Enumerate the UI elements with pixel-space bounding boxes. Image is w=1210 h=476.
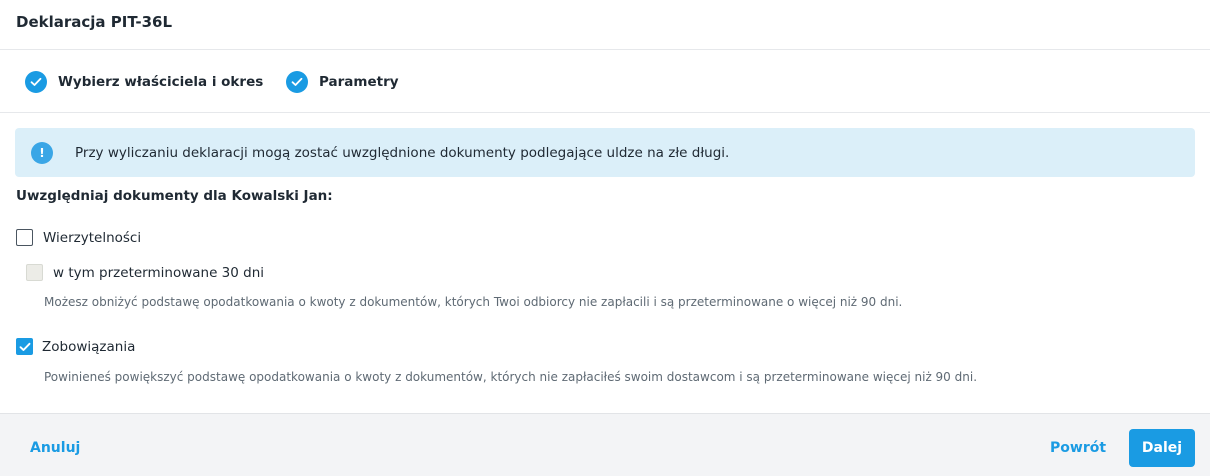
checkmark-icon (19, 342, 30, 351)
receivables-checkbox[interactable] (16, 229, 33, 246)
liabilities-hint: Powinieneś powiększyć podstawę opodatkow… (44, 370, 978, 384)
next-button[interactable]: Dalej (1129, 429, 1195, 467)
info-alert: ! Przy wyliczaniu deklaracji mogą zostać… (15, 128, 1195, 177)
section-title: Uwzględniaj dokumenty dla Kowalski Jan: (16, 188, 333, 204)
step-completed-check-icon (286, 71, 308, 93)
step-label: Parametry (319, 74, 399, 90)
dialog-title: Deklaracja PIT-36L (16, 13, 173, 31)
receivables-hint: Możesz obniżyć podstawę opodatkowania o … (44, 295, 903, 309)
dialog-footer: Anuluj Powrót Dalej (0, 413, 1210, 476)
cancel-button[interactable]: Anuluj (30, 440, 80, 456)
stepper: Wybierz właściciela i okres Parametry (0, 50, 1210, 113)
step-select-owner-period[interactable]: Wybierz właściciela i okres (25, 70, 263, 94)
info-alert-text: Przy wyliczaniu deklaracji mogą zostać u… (75, 145, 730, 161)
receivables-option[interactable]: Wierzytelności (16, 229, 141, 246)
liabilities-label: Zobowiązania (42, 338, 136, 355)
overdue-30-days-option[interactable]: w tym przeterminowane 30 dni (26, 264, 264, 281)
step-completed-check-icon (25, 71, 47, 93)
step-parameters[interactable]: Parametry (286, 70, 399, 94)
liabilities-option[interactable]: Zobowiązania (16, 338, 135, 355)
receivables-label: Wierzytelności (43, 229, 142, 246)
liabilities-checkbox[interactable] (16, 338, 33, 355)
overdue-30-days-label: w tym przeterminowane 30 dni (53, 264, 265, 281)
dialog-header: Deklaracja PIT-36L (0, 0, 1210, 50)
info-icon: ! (31, 142, 53, 164)
back-button[interactable]: Powrót (1050, 440, 1106, 456)
step-label: Wybierz właściciela i okres (58, 74, 264, 90)
overdue-30-days-checkbox[interactable] (26, 264, 43, 281)
